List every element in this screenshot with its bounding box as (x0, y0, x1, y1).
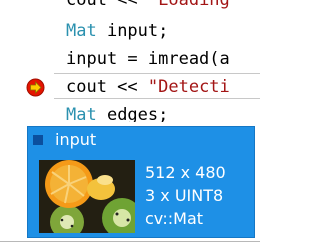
image-type-label: cv::Mat (145, 209, 204, 228)
image-watch-datatip[interactable]: input 512 x 480 3 x UINT8 cv::Mat (27, 126, 255, 238)
image-thumbnail[interactable] (39, 160, 135, 233)
code-text: input = imread(a (66, 49, 230, 69)
string-literal: "Loading (147, 0, 230, 10)
code-line-cout-detecting[interactable]: cout << "Detecti (66, 75, 230, 99)
string-literal: "Detecti (147, 77, 230, 97)
code-text: edges; (96, 105, 169, 122)
code-line-cout-loading[interactable]: cout << "Loading (66, 0, 230, 12)
type-keyword: Mat (66, 105, 97, 122)
code-text: input; (96, 21, 169, 41)
code-editor[interactable]: cout << "Loading Mat input; input = imre… (0, 0, 260, 122)
breakpoint-margin[interactable] (0, 0, 54, 122)
code-line-imread[interactable]: input = imread(a (66, 47, 230, 71)
code-text: cout << (66, 77, 148, 97)
image-size-label: 512 x 480 (145, 163, 226, 182)
expand-marker-icon[interactable] (33, 135, 43, 145)
bottom-border (0, 241, 260, 242)
code-line-mat-edges[interactable]: Mat edges; (66, 103, 168, 122)
datatip-variable-name: input (55, 130, 97, 149)
code-text: cout << (66, 0, 148, 10)
breakpoint-current-statement-icon[interactable] (26, 78, 45, 97)
image-format-label: 3 x UINT8 (145, 186, 224, 205)
code-line-mat-input[interactable]: Mat input; (66, 19, 168, 43)
type-keyword: Mat (66, 21, 97, 41)
